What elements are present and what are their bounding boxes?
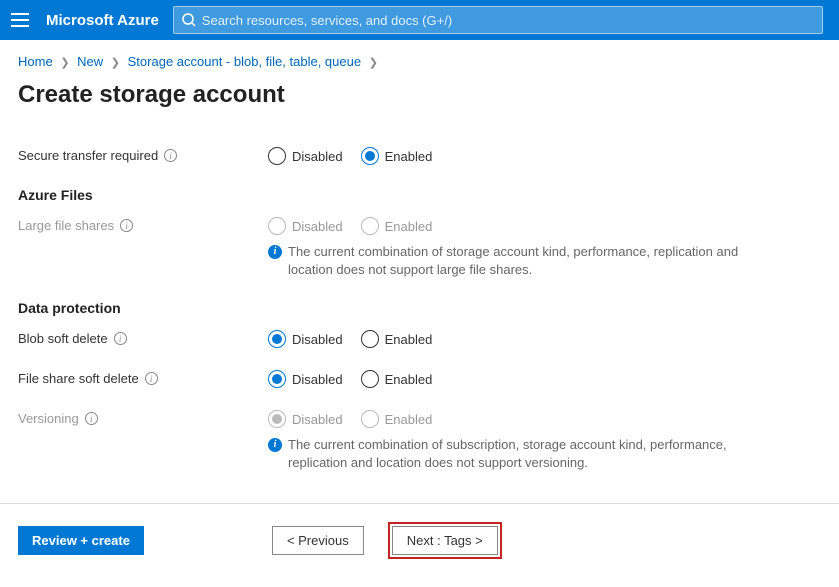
radio-secure-enabled[interactable]: Enabled <box>361 147 433 165</box>
opt-enabled: Enabled <box>385 149 433 164</box>
note-text: The current combination of storage accou… <box>288 243 748 278</box>
note-text: The current combination of subscription,… <box>288 436 748 471</box>
radio-versioning-enabled: Enabled <box>361 410 433 428</box>
radio-fileshare-disabled[interactable]: Disabled <box>268 370 343 388</box>
chevron-right-icon: ❯ <box>369 57 378 69</box>
label-blob-soft-delete: Blob soft delete i <box>18 330 268 346</box>
crumb-storage[interactable]: Storage account - blob, file, table, que… <box>128 54 361 69</box>
note-large-file: i The current combination of storage acc… <box>268 243 748 278</box>
next-button-highlight: Next : Tags > <box>388 522 502 559</box>
chevron-right-icon: ❯ <box>111 57 120 69</box>
row-large-file-shares: Large file shares i Disabled Enabled i T… <box>18 217 821 278</box>
radio-versioning-disabled: Disabled <box>268 410 343 428</box>
form-body: Secure transfer required i Disabled Enab… <box>0 117 839 497</box>
radio-blob-enabled[interactable]: Enabled <box>361 330 433 348</box>
label-versioning: Versioning i <box>18 410 268 426</box>
blob-soft-text: Blob soft delete <box>18 331 108 346</box>
row-secure-transfer: Secure transfer required i Disabled Enab… <box>18 147 821 165</box>
label-secure-transfer: Secure transfer required i <box>18 147 268 163</box>
next-tags-button[interactable]: Next : Tags > <box>392 526 498 555</box>
radio-secure-disabled[interactable]: Disabled <box>268 147 343 165</box>
radio-largefile-disabled: Disabled <box>268 217 343 235</box>
wizard-footer: Review + create < Previous Next : Tags > <box>0 504 839 577</box>
info-badge-icon: i <box>268 438 282 452</box>
previous-button[interactable]: < Previous <box>272 526 364 555</box>
brand-label: Microsoft Azure <box>46 12 159 29</box>
review-create-button[interactable]: Review + create <box>18 526 144 555</box>
top-nav-bar: Microsoft Azure <box>0 0 839 40</box>
menu-icon[interactable] <box>8 8 32 32</box>
info-icon[interactable]: i <box>85 412 98 425</box>
label-large-file-shares: Large file shares i <box>18 217 268 233</box>
info-icon[interactable]: i <box>145 372 158 385</box>
secure-transfer-text: Secure transfer required <box>18 148 158 163</box>
row-file-soft-delete: File share soft delete i Disabled Enable… <box>18 370 821 388</box>
section-data-protection: Data protection <box>18 300 821 316</box>
radio-largefile-enabled: Enabled <box>361 217 433 235</box>
search-icon <box>182 13 196 27</box>
opt-disabled: Disabled <box>292 372 343 387</box>
global-search[interactable] <box>173 6 823 34</box>
breadcrumb: Home ❯ New ❯ Storage account - blob, fil… <box>0 40 839 79</box>
radio-blob-disabled[interactable]: Disabled <box>268 330 343 348</box>
note-versioning: i The current combination of subscriptio… <box>268 436 748 471</box>
opt-disabled: Disabled <box>292 332 343 347</box>
page-title: Create storage account <box>0 79 839 117</box>
versioning-text: Versioning <box>18 411 79 426</box>
opt-disabled: Disabled <box>292 412 343 427</box>
section-azure-files: Azure Files <box>18 187 821 203</box>
opt-enabled: Enabled <box>385 219 433 234</box>
crumb-home[interactable]: Home <box>18 54 53 69</box>
opt-enabled: Enabled <box>385 412 433 427</box>
opt-disabled: Disabled <box>292 219 343 234</box>
info-icon[interactable]: i <box>120 219 133 232</box>
opt-enabled: Enabled <box>385 332 433 347</box>
label-file-soft-delete: File share soft delete i <box>18 370 268 386</box>
file-soft-text: File share soft delete <box>18 371 139 386</box>
chevron-right-icon: ❯ <box>60 57 69 69</box>
opt-disabled: Disabled <box>292 149 343 164</box>
info-icon[interactable]: i <box>114 332 127 345</box>
search-input[interactable] <box>202 13 814 28</box>
large-file-text: Large file shares <box>18 218 114 233</box>
row-blob-soft-delete: Blob soft delete i Disabled Enabled <box>18 330 821 348</box>
info-badge-icon: i <box>268 245 282 259</box>
info-icon[interactable]: i <box>164 149 177 162</box>
opt-enabled: Enabled <box>385 372 433 387</box>
row-versioning: Versioning i Disabled Enabled i The curr… <box>18 410 821 471</box>
crumb-new[interactable]: New <box>77 54 103 69</box>
radio-fileshare-enabled[interactable]: Enabled <box>361 370 433 388</box>
